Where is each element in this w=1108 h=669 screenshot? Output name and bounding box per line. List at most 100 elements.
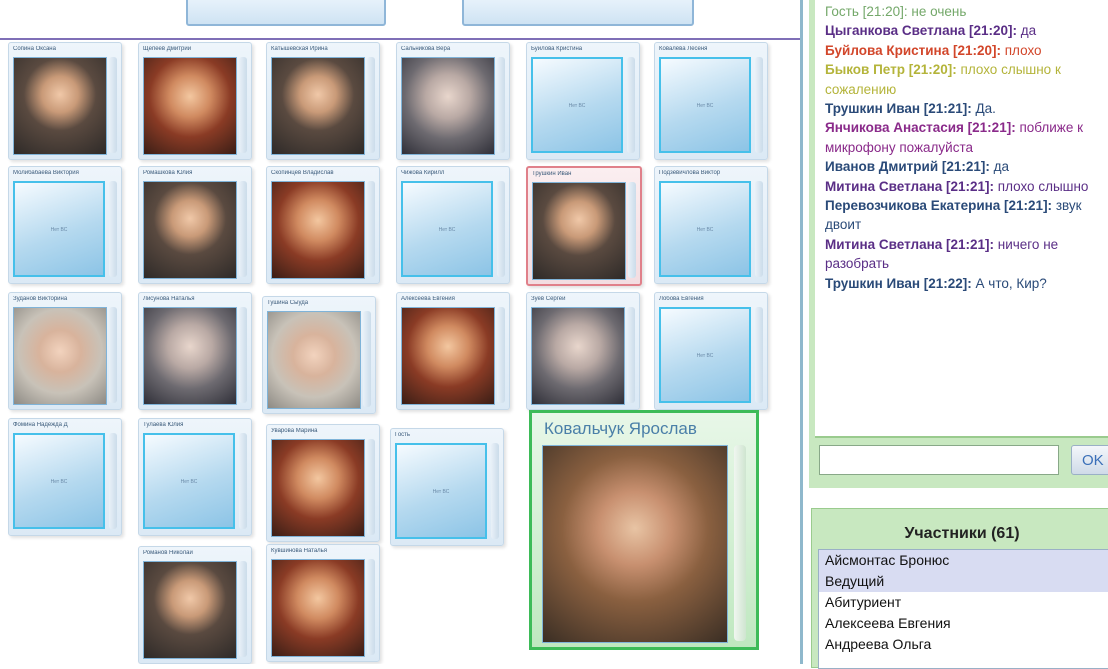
chat-send-button[interactable]: OK <box>1071 445 1108 475</box>
no-video-placeholder: Нет ВС <box>13 181 105 277</box>
video-tile-scrollbar[interactable] <box>367 439 375 535</box>
no-video-placeholder: Нет ВС <box>659 307 751 403</box>
video-tile[interactable]: Ковалёва Лесеня Нет ВС <box>654 42 768 160</box>
video-tile[interactable]: Скопинцев Владислав <box>266 166 380 284</box>
chat-message-author: Перевозчикова Екатерина [21:21]: <box>825 198 1053 214</box>
featured-video-feed <box>542 445 728 643</box>
video-tile-scrollbar[interactable] <box>239 561 247 657</box>
video-tile-scrollbar[interactable] <box>109 307 117 403</box>
participant-item[interactable]: Алексеева Евгения <box>819 613 1108 634</box>
video-feed <box>13 57 107 155</box>
video-tile-name: Тулаева Юлия <box>143 422 184 428</box>
chat-message-author: Буйлова Кристина [21:20]: <box>825 42 1001 58</box>
chat-message-author: Гость [21:20]: <box>825 4 908 19</box>
featured-video-scrollbar[interactable] <box>734 445 746 641</box>
video-tile-scrollbar[interactable] <box>627 307 635 403</box>
video-tile[interactable]: Гость Нет ВС <box>390 428 504 546</box>
video-tile-scrollbar[interactable] <box>109 57 117 153</box>
top-tab-right[interactable] <box>462 0 694 26</box>
video-tile[interactable]: Сальникова Вера <box>396 42 510 160</box>
participants-list[interactable]: Айсмонтас Бронюс Ведущий Абитуриент Алексее… <box>818 549 1108 669</box>
video-tile[interactable]: Буйлова Кристина Нет ВС <box>526 42 640 160</box>
video-tile-scrollbar[interactable] <box>497 307 505 403</box>
video-tile-scrollbar[interactable] <box>367 559 375 655</box>
video-tile[interactable]: Зуданов Викторина <box>8 292 122 410</box>
chat-message-input[interactable] <box>819 445 1059 475</box>
video-tile[interactable]: Чижова Кирилл Нет ВС <box>396 166 510 284</box>
video-tile-name: Кувшинова Наталья <box>271 548 328 554</box>
video-tile-name: Лисунова Наталья <box>143 296 195 302</box>
video-tile-scrollbar[interactable] <box>239 433 247 529</box>
video-tile[interactable]: Алексеева Евгения <box>396 292 510 410</box>
video-tile-scrollbar[interactable] <box>109 181 117 277</box>
video-tile-scrollbar[interactable] <box>755 307 763 403</box>
video-tile[interactable]: Подзевичлова Виктор Нет ВС <box>654 166 768 284</box>
video-tile[interactable]: Тушина Сыуда <box>262 296 376 414</box>
video-tile-scrollbar[interactable] <box>239 307 247 403</box>
chat-message: Митина Светлана [21:21]: ничего не разоб… <box>825 235 1107 274</box>
video-tile-scrollbar[interactable] <box>109 433 117 529</box>
chat-message-author: Быков Петр [21:20]: <box>825 62 957 78</box>
video-tile[interactable]: Кувшинова Наталья <box>266 544 380 662</box>
chat-message: Буйлова Кристина [21:20]: плохо <box>825 41 1107 60</box>
video-tile-name: Фомина Надежда Д <box>13 422 68 428</box>
video-tile[interactable]: Уварова Марина <box>266 424 380 542</box>
video-tile-scrollbar[interactable] <box>367 181 375 277</box>
video-tile-scrollbar[interactable] <box>367 57 375 153</box>
chat-messages[interactable]: Гость [21:20]: не очень Цыганкова Светлан… <box>815 0 1108 438</box>
video-tile-name: Скопинцев Владислав <box>271 170 334 176</box>
video-conference-area: Сопина Оксана Щепеев Дмитрий Катышевская И… <box>0 0 800 664</box>
video-tile[interactable]: Молибабаева Виктория Нет ВС <box>8 166 122 284</box>
featured-video-tile[interactable]: Ковальчук Ярослав <box>529 410 759 650</box>
video-tile-name: Ковалёва Лесеня <box>659 46 708 52</box>
video-tile[interactable]: Зуев Сергей <box>526 292 640 410</box>
video-tile-scrollbar[interactable] <box>239 57 247 153</box>
video-tile[interactable]: Фомина Надежда Д Нет ВС <box>8 418 122 536</box>
no-video-placeholder: Нет ВС <box>659 57 751 153</box>
video-tile-name: Чижова Кирилл <box>401 170 445 176</box>
video-feed <box>271 57 365 155</box>
participant-item[interactable]: Айсмонтас Бронюс <box>819 550 1108 571</box>
video-tile[interactable]: Катышевская Ирина <box>266 42 380 160</box>
video-tile-scrollbar[interactable] <box>363 311 371 407</box>
video-tile[interactable]: Щепеев Дмитрий <box>138 42 252 160</box>
video-tile-scrollbar[interactable] <box>491 443 499 539</box>
chat-message-text: А что, Кир? <box>971 275 1047 291</box>
video-tile-scrollbar[interactable] <box>755 181 763 277</box>
video-tile[interactable]: Лобова Евгения Нет ВС <box>654 292 768 410</box>
top-divider <box>0 38 800 40</box>
video-tile-name: Уварова Марина <box>271 428 318 434</box>
no-video-label: Нет ВС <box>696 103 714 109</box>
video-tile-name: Лобова Евгения <box>659 296 704 302</box>
video-feed <box>401 57 495 155</box>
video-tile[interactable]: Трушкин Иван <box>526 166 642 286</box>
no-video-placeholder: Нет ВС <box>401 181 493 277</box>
video-tile[interactable]: Сопина Оксана <box>8 42 122 160</box>
top-toolbar <box>0 0 800 40</box>
chat-message: Перевозчикова Екатерина [21:21]: звук дв… <box>825 196 1107 235</box>
video-tile-scrollbar[interactable] <box>627 57 635 153</box>
video-tile-scrollbar[interactable] <box>497 181 505 277</box>
no-video-placeholder: Нет ВС <box>659 181 751 277</box>
chat-message-text: да <box>989 159 1010 175</box>
chat-message-author: Митина Светлана [21:21]: <box>825 178 995 194</box>
video-tile-scrollbar[interactable] <box>239 181 247 277</box>
chat-message-author: Иванов Дмитрий [21:21]: <box>825 159 990 175</box>
video-tile-scrollbar[interactable] <box>497 57 505 153</box>
participant-item[interactable]: Ведущий <box>819 571 1108 592</box>
video-tile[interactable]: Лисунова Наталья <box>138 292 252 410</box>
video-tile-name: Подзевичлова Виктор <box>659 170 721 176</box>
video-tile[interactable]: Романов Николай <box>138 546 252 664</box>
no-video-placeholder: Нет ВС <box>531 57 623 153</box>
video-tile[interactable]: Ромашкова Юлия <box>138 166 252 284</box>
video-tile-name: Тушина Сыуда <box>267 300 309 306</box>
video-tile[interactable]: Тулаева Юлия Нет ВС <box>138 418 252 536</box>
video-tile-scrollbar[interactable] <box>628 182 636 278</box>
top-tab-left[interactable] <box>186 0 386 26</box>
video-tile-scrollbar[interactable] <box>755 57 763 153</box>
chat-message-text: не очень <box>907 4 967 19</box>
participants-panel: Участники (61) Айсмонтас Бронюс Ведущий Аб… <box>811 508 1108 669</box>
chat-message-text: плохо <box>1001 42 1042 58</box>
participant-item[interactable]: Андреева Ольга <box>819 634 1108 655</box>
participant-item[interactable]: Абитуриент <box>819 592 1108 613</box>
